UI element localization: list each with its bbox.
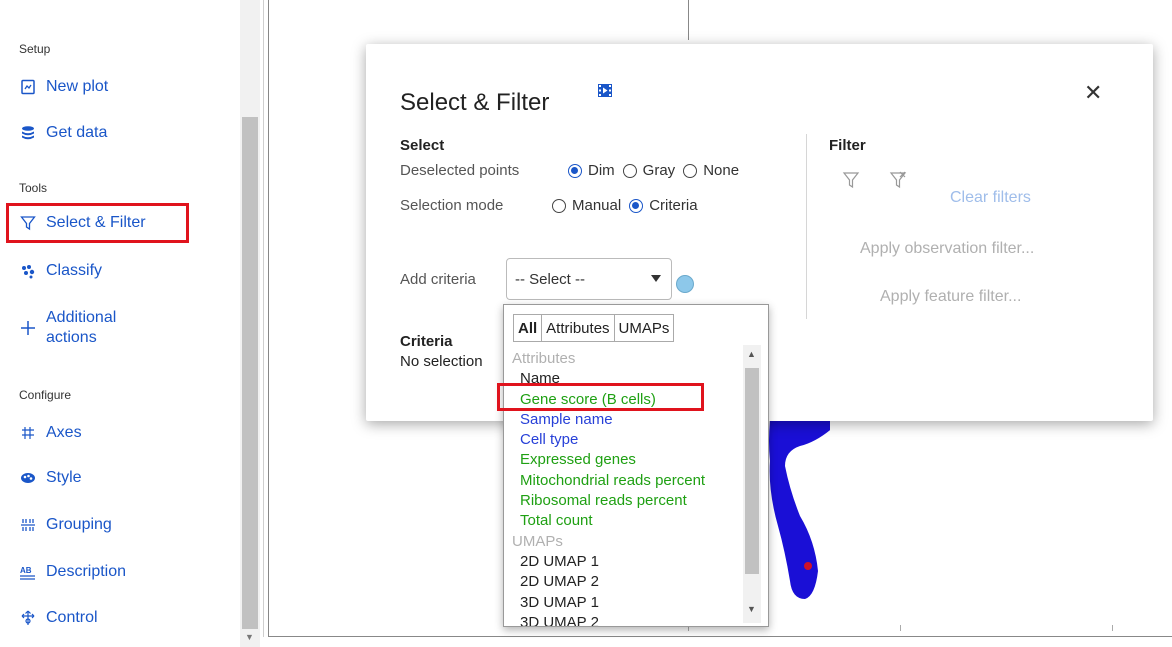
filter-remove-icon[interactable] xyxy=(889,171,907,189)
scatter-point-cluster xyxy=(769,421,830,599)
list-item[interactable]: Mitochondrial reads percent xyxy=(512,471,744,491)
database-icon xyxy=(19,124,37,142)
sidebar-item-classify[interactable]: Classify xyxy=(19,260,102,282)
x-axis-tick xyxy=(900,625,901,631)
sidebar-item-label: Classify xyxy=(46,262,103,279)
apply-observation-filter-link[interactable]: Apply observation filter... xyxy=(860,240,1034,258)
sidebar-item-axes[interactable]: Axes xyxy=(19,422,82,444)
grouping-icon xyxy=(19,516,37,534)
section-title-tools: Tools xyxy=(19,181,48,195)
section-title-setup: Setup xyxy=(19,42,51,56)
sidebar-item-label: New plot xyxy=(46,78,109,95)
list-item[interactable]: Sample name xyxy=(512,410,744,430)
option-highlight-box xyxy=(497,383,704,411)
tab-all[interactable]: All xyxy=(513,314,543,342)
selection-mode-radio-group: Manual Criteria xyxy=(552,197,706,214)
clear-filters-link[interactable]: Clear filters xyxy=(950,189,1031,207)
tab-umaps[interactable]: UMAPs xyxy=(613,314,675,342)
classify-icon xyxy=(19,262,37,280)
sidebar-highlight-box xyxy=(6,203,189,243)
radio-checked-icon xyxy=(568,163,582,178)
list-item[interactable]: 2D UMAP 1 xyxy=(512,552,744,572)
plot-gridline xyxy=(688,0,689,40)
radio-checked-icon xyxy=(629,198,644,213)
chevron-down-icon xyxy=(651,275,661,282)
sidebar-item-label: Description xyxy=(46,563,127,580)
add-criteria-label: Add criteria xyxy=(400,271,476,288)
option-group-header: UMAPs xyxy=(512,532,563,550)
filter-icon[interactable] xyxy=(842,171,860,189)
scroll-up-arrow-icon[interactable]: ▲ xyxy=(747,349,756,359)
sidebar-item-control[interactable]: Control xyxy=(19,607,98,629)
apply-feature-filter-link[interactable]: Apply feature filter... xyxy=(880,288,1021,306)
dialog-title: Select & Filter xyxy=(400,89,550,116)
deselected-points-radio-group: Dim Gray None xyxy=(568,162,747,179)
description-icon: AB xyxy=(19,563,37,581)
section-divider xyxy=(806,134,807,319)
plot-y-axis-line xyxy=(268,0,269,637)
style-icon xyxy=(19,469,37,487)
dropdown-scrollbar-thumb[interactable] xyxy=(745,368,759,574)
plot-x-axis-line xyxy=(268,636,1172,637)
selection-mode-label: Selection mode xyxy=(400,197,504,214)
radio-unchecked-icon xyxy=(683,163,698,178)
sidebar-item-grouping[interactable]: Grouping xyxy=(19,514,112,536)
list-item[interactable]: 3D UMAP 2 xyxy=(512,613,744,626)
list-item[interactable]: Expressed genes xyxy=(512,450,744,470)
filter-heading: Filter xyxy=(829,137,866,154)
sidebar-item-new-plot[interactable]: New plot xyxy=(19,76,108,98)
plot-edge xyxy=(263,0,264,637)
scroll-down-arrow-icon[interactable]: ▼ xyxy=(747,604,756,614)
radio-none[interactable]: None xyxy=(683,162,739,179)
sidebar-item-get-data[interactable]: Get data xyxy=(19,122,107,144)
close-icon[interactable]: ✕ xyxy=(1084,80,1102,106)
section-title-configure: Configure xyxy=(19,388,72,402)
sidebar-item-style[interactable]: Style xyxy=(19,467,82,489)
sidebar: Setup New plot Get data Tools Select & F… xyxy=(0,0,240,647)
radio-gray[interactable]: Gray xyxy=(622,162,675,179)
list-item[interactable]: Ribosomal reads percent xyxy=(512,491,744,511)
sidebar-item-description[interactable]: AB Description xyxy=(19,561,126,583)
radio-unchecked-icon xyxy=(552,198,566,213)
new-plot-icon xyxy=(19,78,37,96)
tab-attributes[interactable]: Attributes xyxy=(541,314,615,342)
svg-text:AB: AB xyxy=(20,566,32,575)
sidebar-item-additional-actions[interactable]: Additional actions xyxy=(19,305,166,351)
list-item[interactable]: 2D UMAP 2 xyxy=(512,572,744,592)
radio-criteria[interactable]: Criteria xyxy=(629,197,698,214)
sidebar-item-label: Control xyxy=(46,609,98,626)
radio-dim[interactable]: Dim xyxy=(568,162,615,179)
sidebar-scrollbar-thumb[interactable] xyxy=(242,117,258,629)
criteria-dropdown-menu: All Attributes UMAPs Attributes Name Gen… xyxy=(503,304,769,627)
info-icon[interactable] xyxy=(676,275,694,293)
list-item[interactable]: Total count xyxy=(512,511,744,531)
dropdown-tabs: All Attributes UMAPs xyxy=(513,314,675,342)
sidebar-item-label: Additional actions xyxy=(46,309,117,346)
select-heading: Select xyxy=(400,137,445,154)
deselected-points-label: Deselected points xyxy=(400,162,520,179)
sidebar-item-label: Get data xyxy=(46,124,108,141)
radio-unchecked-icon xyxy=(622,163,637,178)
sidebar-item-label: Style xyxy=(46,469,82,486)
video-tutorial-icon[interactable] xyxy=(598,84,612,97)
list-item[interactable]: Cell type xyxy=(512,430,744,450)
criteria-select[interactable]: -- Select -- xyxy=(506,258,672,300)
option-group-header: Attributes xyxy=(512,350,576,367)
scroll-down-arrow-icon[interactable]: ▼ xyxy=(245,632,254,642)
x-axis-tick xyxy=(1112,625,1113,631)
radio-manual[interactable]: Manual xyxy=(552,197,621,214)
list-item[interactable]: 3D UMAP 1 xyxy=(512,593,744,613)
control-icon xyxy=(19,609,37,627)
sidebar-item-label: Grouping xyxy=(46,516,112,533)
plus-icon xyxy=(19,319,37,337)
grid-icon xyxy=(19,424,37,442)
sidebar-item-label: Axes xyxy=(46,424,82,441)
criteria-empty-text: No selection xyxy=(400,353,483,370)
criteria-heading: Criteria xyxy=(400,333,453,350)
